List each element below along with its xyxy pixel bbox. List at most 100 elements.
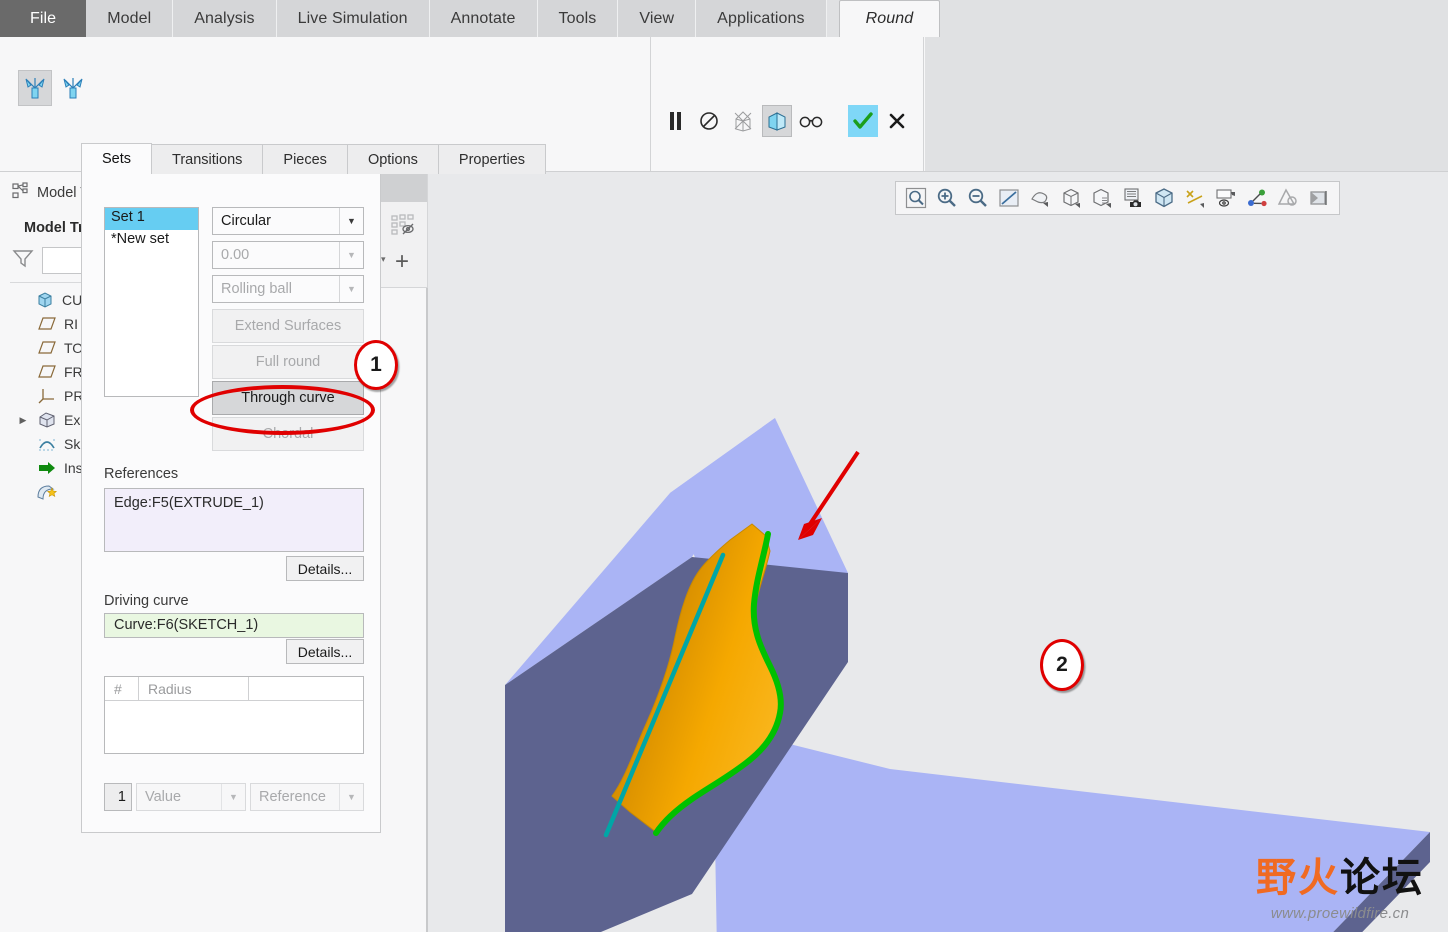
ribbon-tab-tools[interactable]: Tools	[537, 0, 619, 37]
tree-item-label: Ex	[64, 412, 81, 428]
tab-properties-label: Properties	[458, 151, 526, 168]
filter-funnel-icon[interactable]	[12, 248, 34, 273]
section-icon[interactable]	[1305, 185, 1333, 211]
references-details-button[interactable]: Details...	[286, 556, 364, 581]
radius-table-header: # Radius	[105, 677, 363, 701]
ribbon-tab-applications[interactable]: Applications	[696, 0, 827, 37]
dashboard-toolbar	[660, 105, 912, 137]
appearance-icon[interactable]	[1274, 185, 1302, 211]
tree-expander-icon[interactable]: ▶	[16, 415, 30, 426]
ribbon-tab-live-simulation[interactable]: Live Simulation	[276, 0, 430, 37]
ribbon-tab-bar: File Model Analysis Live Simulation Anno…	[0, 0, 1448, 37]
accept-check-icon[interactable]	[848, 105, 878, 137]
repaint-icon[interactable]	[1026, 185, 1054, 211]
references-label: References	[104, 466, 179, 482]
model-3d-view[interactable]	[430, 172, 1448, 932]
application-window: File Model Analysis Live Simulation Anno…	[0, 0, 1448, 932]
auto-round-feature-icon[interactable]	[56, 70, 90, 106]
creation-method-combo[interactable]: Rolling ball ▼	[212, 275, 364, 303]
tab-transitions-label: Transitions	[172, 151, 243, 168]
references-collector[interactable]: Edge:F5(EXTRUDE_1)	[104, 488, 364, 552]
radius-reference-combo[interactable]: Reference ▼	[250, 783, 364, 811]
chevron-down-icon[interactable]: ▼	[339, 276, 363, 302]
radius-entry-row: 1 Value ▼ Reference ▼	[104, 783, 364, 811]
watermark: 野火论坛 www.proewildfire.cn	[1240, 844, 1440, 922]
graphics-viewport[interactable]: 2 野火论坛 www.proewildfire.cn	[430, 172, 1448, 932]
tab-transitions[interactable]: Transitions	[151, 144, 264, 174]
coordinate-system-icon	[36, 386, 58, 406]
no-preview-icon[interactable]	[728, 105, 758, 137]
ribbon-tab-file[interactable]: File	[0, 0, 87, 37]
chevron-down-icon[interactable]: ▼	[339, 208, 363, 234]
radius-value-combo[interactable]: Value ▼	[136, 783, 246, 811]
chevron-down-icon[interactable]: ▼	[339, 784, 363, 810]
zoom-in-icon[interactable]	[933, 185, 961, 211]
side-strip-header	[381, 174, 427, 202]
perspective-icon[interactable]	[1181, 185, 1209, 211]
hide-refs-icon[interactable]	[391, 214, 417, 243]
sketch-icon	[36, 434, 58, 454]
ribbon-tab-annotate-label: Annotate	[450, 9, 516, 27]
insert-here-arrow-icon	[36, 458, 58, 478]
radius-row-index: 1	[104, 783, 132, 811]
stop-icon[interactable]	[694, 105, 724, 137]
round-dialog-panel: Set 1 *New set Circular ▼ 0.00 ▼ Rolling…	[81, 173, 381, 833]
radius-combo-value: 0.00	[221, 247, 250, 263]
add-set-plus-icon[interactable]: +	[395, 250, 409, 274]
ribbon-tab-model[interactable]: Model	[86, 0, 174, 37]
set-item-set1[interactable]: Set 1	[105, 208, 198, 230]
ribbon-group-dashboard	[652, 37, 924, 171]
driving-curve-details-button[interactable]: Details...	[286, 639, 364, 664]
tab-sets[interactable]: Sets	[81, 143, 153, 174]
cancel-x-icon[interactable]	[882, 105, 912, 137]
extend-surfaces-button[interactable]: Extend Surfaces	[212, 309, 364, 343]
glasses-preview-icon[interactable]	[796, 105, 826, 137]
datum-plane-icon	[36, 362, 58, 382]
chevron-down-icon[interactable]: ▼	[221, 784, 245, 810]
set-item-new-set[interactable]: *New set	[105, 230, 198, 252]
watermark-char-1: 野	[1256, 855, 1298, 900]
chordal-button[interactable]: Chordal	[212, 417, 364, 451]
ribbon-tab-analysis[interactable]: Analysis	[173, 0, 277, 37]
ribbon-empty-area	[925, 37, 1448, 171]
ribbon-tab-applications-label: Applications	[717, 9, 805, 27]
side-strip-caret-icon: ▾	[381, 254, 386, 264]
zoom-out-icon[interactable]	[964, 185, 992, 211]
round-feature-icon[interactable]	[18, 70, 52, 106]
ribbon-tab-annotate[interactable]: Annotate	[429, 0, 538, 37]
watermark-char-2: 火	[1298, 855, 1340, 900]
zoom-window-icon[interactable]	[902, 185, 930, 211]
watermark-url: www.proewildfire.cn	[1270, 904, 1410, 922]
round-feature-new-icon	[36, 482, 58, 502]
ribbon-tab-round[interactable]: Round	[838, 0, 941, 37]
preview-icon[interactable]	[762, 105, 792, 137]
datum-plane-icon	[36, 314, 58, 334]
radius-value-placeholder: Value	[145, 789, 182, 805]
annotation-2-badge: 2	[1040, 639, 1084, 691]
chevron-down-icon[interactable]: ▼	[339, 242, 363, 268]
radius-combo[interactable]: 0.00 ▼	[212, 241, 364, 269]
annotation-display-icon[interactable]	[1212, 185, 1240, 211]
tab-properties[interactable]: Properties	[437, 144, 547, 174]
pause-icon[interactable]	[660, 105, 690, 137]
driving-curve-collector[interactable]: Curve:F6(SKETCH_1)	[104, 613, 364, 638]
sets-side-strip: ▾ +	[381, 173, 428, 288]
full-round-button[interactable]: Full round	[212, 345, 364, 379]
driving-curve-label: Driving curve	[104, 593, 189, 609]
display-style-icon[interactable]	[1057, 185, 1085, 211]
tab-options[interactable]: Options	[346, 144, 439, 174]
datum-display-icon[interactable]	[1088, 185, 1116, 211]
shape-combo[interactable]: Circular ▼	[212, 207, 364, 235]
ribbon-tab-view[interactable]: View	[618, 0, 697, 37]
through-curve-button[interactable]: Through curve	[212, 381, 364, 415]
saved-views-icon[interactable]	[1119, 185, 1147, 211]
layer-display-icon[interactable]	[1243, 185, 1271, 211]
refit-icon[interactable]	[995, 185, 1023, 211]
sets-list[interactable]: Set 1 *New set	[104, 207, 199, 397]
ribbon-tab-view-label: View	[639, 9, 675, 27]
radius-table[interactable]: # Radius	[104, 676, 364, 754]
tab-pieces[interactable]: Pieces	[262, 144, 348, 174]
ribbon-tab-model-label: Model	[107, 9, 152, 27]
tree-item-label: Ins	[64, 460, 83, 476]
view-manager-icon[interactable]	[1150, 185, 1178, 211]
